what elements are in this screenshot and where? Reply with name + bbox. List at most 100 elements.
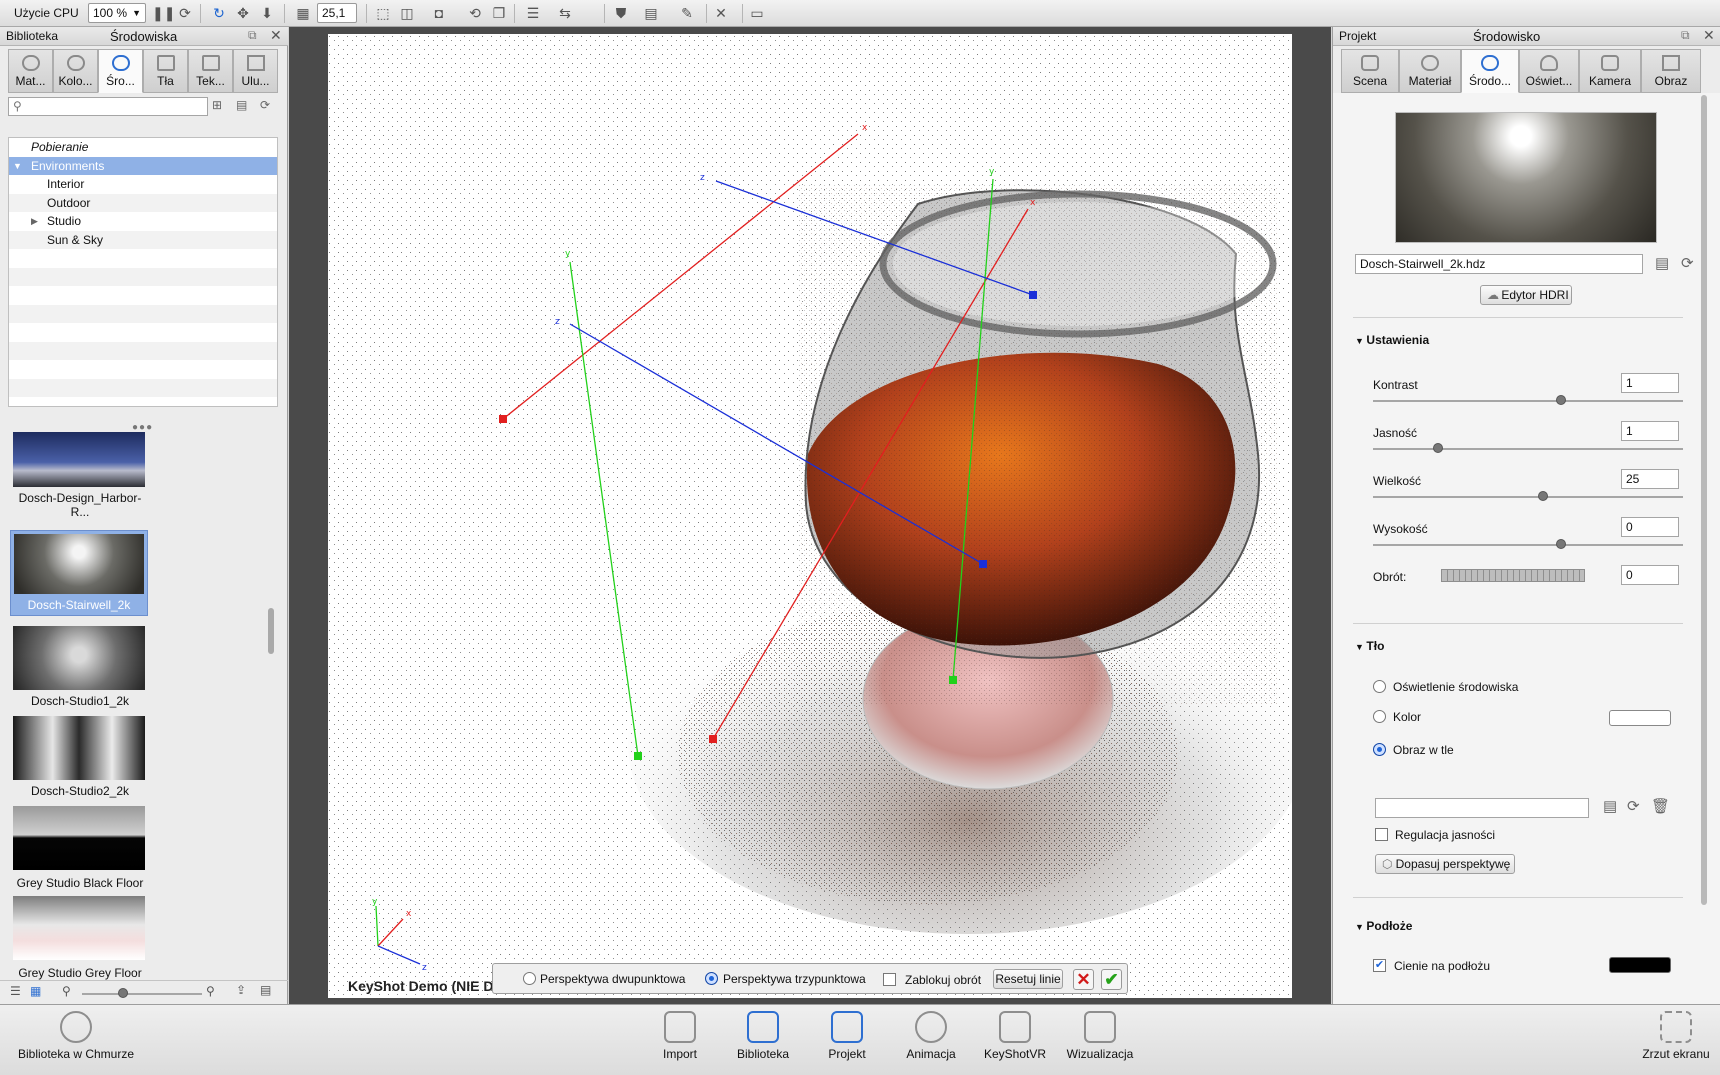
upload-icon[interactable]: ⇪	[236, 983, 246, 997]
size-slider[interactable]	[1373, 491, 1683, 501]
tree-item-sunsky[interactable]: Sun & Sky	[9, 230, 277, 249]
hdri-preview[interactable]	[1395, 112, 1657, 243]
scrollbar-thumb[interactable]	[1701, 95, 1707, 905]
background-section-header[interactable]: ▼ Tło	[1355, 639, 1384, 653]
size-input[interactable]: 25	[1621, 469, 1679, 489]
copy-icon[interactable]: ❐	[490, 4, 508, 22]
refresh-render-icon[interactable]: ⟳	[176, 4, 194, 22]
confirm-icon[interactable]: ✔	[1101, 969, 1122, 990]
slider-knob[interactable]	[1538, 491, 1548, 501]
tab-environment[interactable]: Środo...	[1461, 49, 1519, 93]
tab-favorites[interactable]: Ulu...	[233, 49, 278, 93]
chevron-right-icon[interactable]: ▶	[31, 212, 38, 230]
grid-view-icon[interactable]: ▦	[30, 984, 41, 998]
render-viewport[interactable]: x x y y z z y x z KeyShot Demo (NIE DO U…	[328, 34, 1292, 998]
bg-image-field[interactable]	[1375, 798, 1589, 818]
thumbnail-item[interactable]: Dosch-Studio2_2k	[13, 716, 147, 798]
settings-section-header[interactable]: ▼ Ustawienia	[1355, 333, 1429, 347]
trash-icon[interactable]: 🗑	[1651, 797, 1670, 815]
hdri-editor-button[interactable]: ☁ Edytor HDRI	[1480, 285, 1572, 305]
animation-button[interactable]: Animacja	[896, 1011, 966, 1061]
thumb-size-slider[interactable]	[82, 993, 202, 995]
tab-image[interactable]: Obraz	[1641, 49, 1701, 93]
refresh-icon[interactable]: ⟳	[1681, 254, 1694, 272]
bg-color-swatch[interactable]	[1609, 710, 1671, 726]
tab-colors[interactable]: Kolo...	[53, 49, 98, 93]
thumbnail-item[interactable]: Grey Studio Grey Floor	[13, 896, 147, 980]
tab-environments[interactable]: Śro...	[98, 49, 143, 93]
brightness-adjust-checkbox[interactable]	[1375, 828, 1388, 841]
thumbnail-item[interactable]: Grey Studio Black Floor	[13, 806, 147, 890]
tab-material[interactable]: Materiał	[1399, 49, 1461, 93]
rotate-icon[interactable]: ↻	[210, 4, 228, 22]
ground-section-header[interactable]: ▼ Podłoże	[1355, 919, 1412, 933]
tab-materials[interactable]: Mat...	[8, 49, 53, 93]
brightness-slider[interactable]	[1373, 443, 1683, 453]
tab-camera[interactable]: Kamera	[1579, 49, 1641, 93]
screenshot-icon[interactable]: ⬚	[374, 4, 392, 22]
persp-two-radio[interactable]	[523, 972, 536, 985]
scrollbar-thumb[interactable]	[268, 608, 274, 654]
search-input[interactable]: ⚲	[8, 97, 208, 116]
refresh-icon[interactable]: ⟳	[1627, 797, 1640, 815]
settings-scrollbar[interactable]	[1701, 93, 1709, 913]
bg-image-radio[interactable]	[1373, 743, 1386, 756]
reload-icon[interactable]: ⟲	[466, 4, 484, 22]
open-folder-icon[interactable]: ▤	[1603, 797, 1617, 815]
height-slider[interactable]	[1373, 539, 1683, 549]
tab-backplates[interactable]: Tła	[143, 49, 188, 93]
shadow-color-swatch[interactable]	[1609, 957, 1671, 973]
resolution-field[interactable]: 25,1	[317, 3, 357, 23]
shield-icon[interactable]: ⛊	[612, 4, 630, 22]
dolly-icon[interactable]: ⬇	[258, 4, 276, 22]
tree-item-interior[interactable]: Interior	[9, 175, 277, 194]
camera-frame-icon[interactable]: ◘	[430, 4, 448, 22]
fit-perspective-button[interactable]: ⬡ Dopasuj perspektywę	[1375, 854, 1515, 874]
tab-scene[interactable]: Scena	[1341, 49, 1399, 93]
arrange-icon[interactable]: ⇆	[556, 4, 574, 22]
cancel-icon[interactable]: ✕	[1073, 969, 1094, 990]
bg-color-radio[interactable]	[1373, 710, 1386, 723]
pen-icon[interactable]: ✎	[678, 4, 696, 22]
reset-lines-button[interactable]: Resetuj linie	[993, 969, 1063, 989]
camera-icon[interactable]: ◫	[398, 4, 416, 22]
height-input[interactable]: 0	[1621, 517, 1679, 537]
slider-knob[interactable]	[1556, 395, 1566, 405]
import-folder-icon[interactable]: ▤	[260, 983, 271, 997]
resolution-icon[interactable]: ▦	[294, 4, 312, 22]
contrast-slider[interactable]	[1373, 395, 1683, 405]
zoom-in-icon[interactable]: ⚲	[206, 984, 215, 998]
window-icon[interactable]: ▤	[642, 4, 660, 22]
add-folder-icon[interactable]: ⊞	[212, 98, 222, 112]
pause-icon[interactable]: ❚❚	[152, 4, 175, 22]
zoom-out-icon[interactable]: ⚲	[62, 984, 71, 998]
slider-knob[interactable]	[118, 988, 128, 998]
monitor-icon[interactable]: ▭	[748, 4, 766, 22]
tab-textures[interactable]: Tek...	[188, 49, 233, 93]
tree-item-studio[interactable]: ▶ Studio	[9, 212, 277, 231]
cloud-library-button[interactable]: Biblioteka w Chmurze	[16, 1011, 136, 1061]
library-button[interactable]: Biblioteka	[728, 1011, 798, 1061]
thumbnail-item-selected[interactable]: Dosch-Stairwell_2k	[10, 530, 148, 616]
hdri-file-field[interactable]: Dosch-Stairwell_2k.hdz	[1355, 254, 1643, 274]
visualization-button[interactable]: Wizualizacja	[1064, 1011, 1136, 1061]
close-icon[interactable]: ✕	[270, 27, 282, 44]
folder-icon[interactable]: ▤	[236, 98, 247, 112]
slider-knob[interactable]	[1556, 539, 1566, 549]
refresh-icon[interactable]: ⟳	[260, 98, 270, 112]
tree-item-outdoor[interactable]: Outdoor	[9, 193, 277, 212]
contrast-input[interactable]: 1	[1621, 373, 1679, 393]
project-button[interactable]: Projekt	[812, 1011, 882, 1061]
lock-rotation-checkbox[interactable]	[883, 973, 896, 986]
tab-lighting[interactable]: Oświet...	[1519, 49, 1579, 93]
open-folder-icon[interactable]: ▤	[1655, 254, 1669, 272]
slider-knob[interactable]	[1433, 443, 1443, 453]
rotation-dial[interactable]	[1441, 569, 1585, 582]
bg-lighting-radio[interactable]	[1373, 680, 1386, 693]
float-icon[interactable]: ⧉	[248, 28, 257, 43]
import-button[interactable]: Import	[645, 1011, 715, 1061]
geometry-icon[interactable]: ✕	[712, 4, 730, 22]
chevron-down-icon[interactable]: ▼	[13, 157, 22, 175]
thumbnail-item[interactable]: Dosch-Design_Harbor-R...	[13, 432, 147, 519]
ground-shadows-checkbox[interactable]: ✔	[1373, 959, 1386, 972]
